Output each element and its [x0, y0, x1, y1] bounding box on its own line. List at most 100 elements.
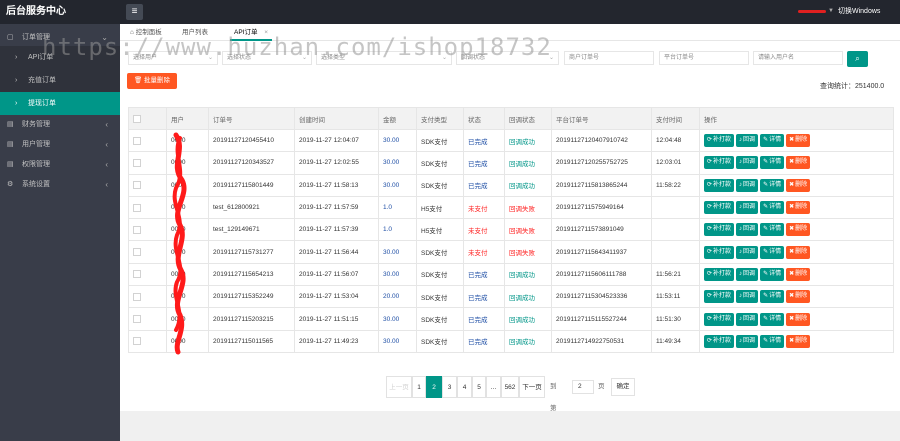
- page-button-current[interactable]: 2: [426, 376, 442, 398]
- sidebar-item-api-orders[interactable]: › API订单: [0, 46, 120, 69]
- resend-payment-button[interactable]: ⟳补打款: [704, 134, 735, 148]
- detail-button[interactable]: ✎详情: [760, 290, 785, 304]
- username-input[interactable]: 请输入用户名: [753, 51, 843, 65]
- delete-button[interactable]: ✖删除: [786, 245, 811, 259]
- tab-label: 用户列表: [182, 29, 208, 36]
- tab-dashboard[interactable]: ⌂ 控制面板: [126, 24, 166, 41]
- cell-order-no: 20191127115654213: [208, 262, 295, 287]
- row-checkbox[interactable]: [128, 329, 167, 353]
- resend-payment-button[interactable]: ⟳补打款: [704, 334, 735, 348]
- callback-button[interactable]: ♪回调: [736, 178, 759, 192]
- goto-confirm-button[interactable]: 确定: [611, 378, 635, 396]
- sidebar-item-withdraw-orders[interactable]: › 提现订单: [0, 92, 120, 115]
- row-checkbox[interactable]: [128, 128, 167, 153]
- resend-payment-button[interactable]: ⟳补打款: [704, 245, 735, 259]
- cell-actions: ⟳补打款 ♪回调 ✎详情 ✖删除: [699, 195, 894, 220]
- trash-icon: ✖: [789, 137, 795, 144]
- search-button[interactable]: ⌕: [847, 51, 868, 67]
- chevron-right-icon: ›: [15, 54, 18, 61]
- delete-button[interactable]: ✖删除: [786, 201, 811, 215]
- resend-payment-button[interactable]: ⟳补打款: [704, 201, 735, 215]
- callback-button[interactable]: ♪回调: [736, 312, 759, 326]
- button-label: 删除: [795, 226, 808, 233]
- page-button[interactable]: 5: [472, 376, 486, 398]
- callback-select[interactable]: 回调状态 ⌄: [456, 51, 559, 65]
- row-checkbox[interactable]: [128, 195, 167, 220]
- callback-button[interactable]: ♪回调: [736, 134, 759, 148]
- tab-user-list[interactable]: 用户列表: [178, 24, 212, 41]
- row-checkbox[interactable]: [128, 173, 167, 197]
- row-checkbox[interactable]: [128, 218, 167, 242]
- row-checkbox[interactable]: [128, 240, 167, 264]
- table-header-row: 用户 订单号 创建时间 金额 支付类型 状态 回调状态 平台订单号 支付时间 操…: [128, 107, 894, 130]
- refresh-icon: ⟳: [707, 159, 713, 166]
- trash-icon: ✖: [789, 315, 795, 322]
- resend-payment-button[interactable]: ⟳补打款: [704, 178, 735, 192]
- next-page-button[interactable]: 下一页: [519, 376, 545, 398]
- detail-button[interactable]: ✎详情: [760, 156, 785, 170]
- resend-payment-button[interactable]: ⟳补打款: [704, 290, 735, 304]
- detail-button[interactable]: ✎详情: [760, 267, 785, 281]
- sidebar-item-settings[interactable]: ⚙ 系统设置 ‹: [0, 175, 120, 195]
- status-select[interactable]: 选择状态 ⌄: [222, 51, 312, 65]
- row-checkbox[interactable]: [128, 262, 167, 287]
- resend-payment-button[interactable]: ⟳补打款: [704, 156, 735, 170]
- row-checkbox[interactable]: [128, 285, 167, 309]
- sidebar-item-finance[interactable]: ▤ 财务管理 ‹: [0, 115, 120, 135]
- select-all-checkbox[interactable]: [128, 107, 167, 130]
- sidebar-item-orders[interactable]: ▢ 订单管理 ⌄: [0, 24, 120, 46]
- callback-button[interactable]: ♪回调: [736, 267, 759, 281]
- resend-payment-button[interactable]: ⟳补打款: [704, 223, 735, 237]
- sidebar-item-users[interactable]: ▤ 用户管理 ‹: [0, 135, 120, 155]
- callback-button[interactable]: ♪回调: [736, 334, 759, 348]
- page-button[interactable]: 1: [412, 376, 426, 398]
- delete-button[interactable]: ✖删除: [786, 156, 811, 170]
- delete-button[interactable]: ✖删除: [786, 223, 811, 237]
- detail-button[interactable]: ✎详情: [760, 178, 785, 192]
- button-label: 回调: [743, 337, 756, 344]
- detail-button[interactable]: ✎详情: [760, 245, 785, 259]
- batch-delete-button[interactable]: 🗑 批量删除: [127, 73, 177, 89]
- detail-button[interactable]: ✎详情: [760, 223, 785, 237]
- cell-pay-type: SDK支付: [416, 262, 464, 287]
- callback-button[interactable]: ♪回调: [736, 245, 759, 259]
- button-label: 删除: [795, 315, 808, 322]
- delete-button[interactable]: ✖删除: [786, 334, 811, 348]
- detail-button[interactable]: ✎详情: [760, 312, 785, 326]
- sidebar-item-recharge-orders[interactable]: › 充值订单: [0, 69, 120, 92]
- cell-callback-status: 回调失败: [504, 218, 552, 242]
- user-select[interactable]: 选择用户 ⌄: [128, 51, 218, 65]
- switch-windows-link[interactable]: 切换Windows: [838, 0, 880, 24]
- goto-page-input[interactable]: 2: [572, 380, 594, 394]
- delete-button[interactable]: ✖删除: [786, 290, 811, 304]
- delete-button[interactable]: ✖删除: [786, 134, 811, 148]
- row-checkbox[interactable]: [128, 151, 167, 175]
- merchant-order-input[interactable]: 商户订单号: [564, 51, 654, 65]
- page-button[interactable]: 4: [457, 376, 472, 398]
- user-menu[interactable]: ▼: [798, 6, 834, 17]
- callback-button[interactable]: ♪回调: [736, 156, 759, 170]
- resend-payment-button[interactable]: ⟳补打款: [704, 267, 735, 281]
- cell-amount: 1.0: [378, 195, 417, 220]
- callback-button[interactable]: ♪回调: [736, 201, 759, 215]
- row-checkbox[interactable]: [128, 307, 167, 331]
- detail-button[interactable]: ✎详情: [760, 134, 785, 148]
- cell-platform-order: 2019112711575949164: [551, 195, 652, 220]
- delete-button[interactable]: ✖删除: [786, 312, 811, 326]
- page-button[interactable]: 562: [501, 376, 519, 398]
- page-button[interactable]: 3: [442, 376, 457, 398]
- callback-button[interactable]: ♪回调: [736, 290, 759, 304]
- type-select[interactable]: 选择类型 ⌄: [316, 51, 452, 65]
- hamburger-icon[interactable]: ≡: [126, 4, 143, 20]
- detail-button[interactable]: ✎详情: [760, 201, 785, 215]
- detail-button[interactable]: ✎详情: [760, 334, 785, 348]
- platform-order-input[interactable]: 平台订单号: [659, 51, 749, 65]
- delete-button[interactable]: ✖删除: [786, 178, 811, 192]
- callback-button[interactable]: ♪回调: [736, 223, 759, 237]
- close-icon[interactable]: ×: [264, 29, 268, 36]
- tab-api-orders[interactable]: API订单 ×: [230, 24, 273, 41]
- resend-payment-button[interactable]: ⟳补打款: [704, 312, 735, 326]
- prev-page-button[interactable]: 上一页: [386, 376, 412, 398]
- sidebar-item-permissions[interactable]: ▤ 权限管理 ‹: [0, 155, 120, 175]
- delete-button[interactable]: ✖删除: [786, 267, 811, 281]
